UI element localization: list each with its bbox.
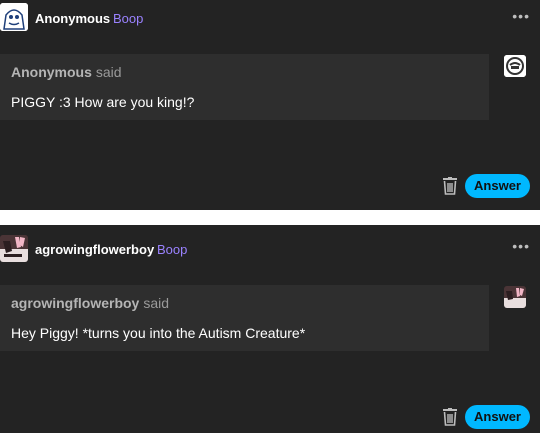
side-avatar-icon [504,55,526,77]
said-name: Anonymous [11,64,92,80]
anonymous-avatar-icon[interactable] [0,3,28,31]
sender-name[interactable]: agrowingflowerboy [35,242,154,257]
said-line: agrowingflowerboy said [11,295,169,311]
user-avatar-icon[interactable] [0,235,28,262]
trash-icon[interactable] [442,177,458,195]
boop-link[interactable]: Boop [157,242,187,257]
side-avatar-icon [504,286,526,308]
trash-icon[interactable] [442,408,458,426]
answer-button[interactable]: Answer [465,174,530,198]
question-text: Hey Piggy! *turns you into the Autism Cr… [11,325,306,341]
said-name: agrowingflowerboy [11,295,140,311]
said-word: said [143,295,170,311]
more-options-icon[interactable]: ••• [512,8,530,24]
said-word: said [95,64,122,80]
said-line: Anonymous said [11,64,122,80]
ask-card: Anonymous Boop ••• Anonymous said PIGGY :… [0,0,540,210]
ask-header: agrowingflowerboy Boop ••• [0,225,540,262]
question-bubble: agrowingflowerboy said Hey Piggy! *turns … [0,285,489,351]
question-text: PIGGY :3 How are you king!? [11,94,195,110]
sender-name[interactable]: Anonymous [35,11,110,26]
ask-header: Anonymous Boop ••• [0,0,540,36]
answer-button[interactable]: Answer [465,405,530,429]
boop-link[interactable]: Boop [113,11,143,26]
more-options-icon[interactable]: ••• [512,238,530,254]
question-bubble: Anonymous said PIGGY :3 How are you king!… [0,54,489,120]
ask-card: agrowingflowerboy Boop ••• agrowingflowe… [0,225,540,433]
